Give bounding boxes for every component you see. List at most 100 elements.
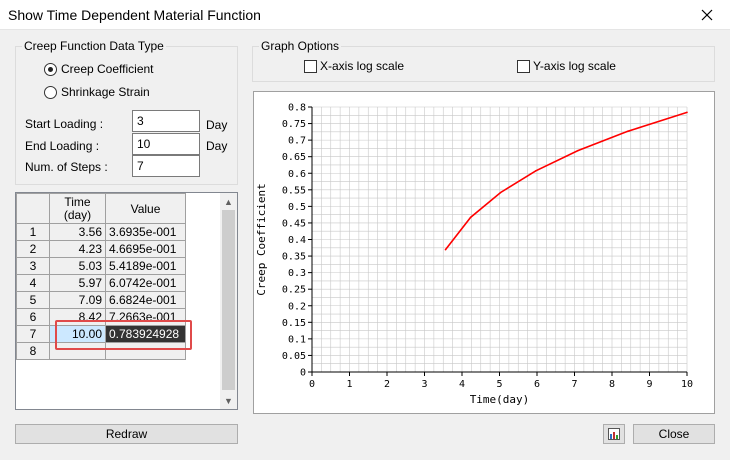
close-icon (701, 9, 713, 21)
chart-export-button[interactable] (603, 424, 625, 444)
x-tick-label: 8 (609, 379, 615, 390)
end-loading-input[interactable] (132, 133, 200, 155)
x-tick-label: 6 (534, 379, 540, 390)
radio-selected-icon (44, 62, 57, 76)
table-row: 2 4.23 4.6695e-001 (16, 240, 186, 258)
redraw-button[interactable]: Redraw (15, 424, 238, 444)
data-grid: Time (day) Value 1 3.56 3.6935e-001 2 4.… (15, 192, 238, 410)
close-button[interactable]: Close (633, 424, 715, 444)
checkbox-unchecked-icon (304, 59, 317, 73)
graph-panel: 0 1 2 3 4 5 6 7 8 9 10 0 0.05 0.1 0.15 0.2 0.25 0.3 0.35 0.… (253, 91, 715, 414)
y-tick-label: 0.2 (288, 301, 306, 312)
y-tick-label: 0.75 (282, 119, 306, 130)
table-row: 4 5.97 6.0742e-001 (16, 274, 186, 292)
x-tick-label: 4 (459, 379, 465, 390)
data-point (469, 216, 472, 219)
x-tick-label: 7 (571, 379, 577, 390)
radio-unselected-icon (44, 85, 57, 99)
y-tick-label: 0.6 (288, 169, 306, 180)
y-tick-label: 0.8 (288, 103, 306, 114)
y-tick-label: 0 (300, 368, 306, 379)
x-tick-label: 3 (421, 379, 427, 390)
row-header[interactable]: 6 (16, 308, 50, 326)
row-header[interactable]: 1 (16, 223, 50, 241)
value-column-header[interactable]: Value (105, 193, 186, 224)
x-tick-label: 0 (309, 379, 315, 390)
y-axis-label: Creep Coefficient (255, 183, 268, 296)
table-row: 3 5.03 5.4189e-001 (16, 257, 186, 275)
series-line (444, 111, 688, 251)
start-loading-unit: Day (206, 118, 228, 132)
checkbox-unchecked-icon (517, 59, 530, 73)
y-tick-label: 0.7 (288, 136, 306, 147)
y-axis-log-checkbox[interactable]: Y-axis log scale (517, 59, 616, 73)
row-header[interactable]: 2 (16, 240, 50, 258)
creep-chart: 0 1 2 3 4 5 6 7 8 9 10 0 0.05 0.1 0.15 0.2 0.25 0.3 0.35 0.… (255, 103, 693, 407)
y-tick-label: 0.1 (288, 334, 306, 345)
table-row: 5 7.09 6.6824e-001 (16, 291, 186, 309)
time-cell[interactable]: 3.56 (49, 223, 106, 241)
row-header[interactable]: 7 (16, 325, 50, 343)
time-cell[interactable]: 7.09 (49, 291, 106, 309)
radio-label: Creep Coefficient (61, 62, 154, 76)
row-header[interactable]: 3 (16, 257, 50, 275)
num-steps-label: Num. of Steps : (25, 160, 108, 174)
scroll-thumb[interactable] (222, 210, 235, 390)
group-title: Creep Function Data Type (22, 39, 166, 53)
value-cell[interactable]: 6.0742e-001 (105, 274, 186, 292)
y-tick-label: 0.25 (282, 285, 306, 296)
group-title: Graph Options (259, 39, 342, 53)
table-row: 1 3.56 3.6935e-001 (16, 223, 186, 241)
grid-vertical-scrollbar[interactable]: ▲ ▼ (220, 193, 237, 409)
x-tick-label: 5 (496, 379, 502, 390)
data-point (499, 191, 502, 194)
x-tick-label: 10 (681, 379, 693, 390)
creep-coefficient-radio[interactable]: Creep Coefficient (44, 62, 154, 76)
time-cell[interactable]: 5.97 (49, 274, 106, 292)
x-tick-label: 1 (346, 379, 352, 390)
close-label: Close (658, 427, 690, 441)
data-point (626, 130, 629, 133)
value-cell[interactable]: 3.6935e-001 (105, 223, 186, 241)
data-point (686, 111, 688, 114)
row-header[interactable]: 5 (16, 291, 50, 309)
data-point (444, 248, 447, 251)
value-cell[interactable]: 5.4189e-001 (105, 257, 186, 275)
x-tick-label: 2 (384, 379, 390, 390)
y-tick-label: 0.5 (288, 202, 306, 213)
y-tick-label: 0.4 (288, 235, 306, 246)
grid-corner[interactable] (16, 193, 50, 224)
data-point (577, 149, 579, 152)
shrinkage-strain-radio[interactable]: Shrinkage Strain (44, 85, 150, 99)
row-header[interactable]: 8 (16, 342, 50, 360)
highlight-box (55, 320, 192, 350)
chart-icon (608, 428, 620, 440)
y-tick-label: 0.65 (282, 152, 306, 163)
scroll-down-arrow-icon[interactable]: ▼ (220, 392, 237, 409)
window-close-button[interactable] (684, 0, 730, 30)
end-loading-label: End Loading : (25, 139, 100, 153)
header-row: Time (day) Value (16, 193, 186, 224)
value-cell[interactable]: 6.6824e-001 (105, 291, 186, 309)
start-loading-label: Start Loading : (25, 117, 104, 131)
value-cell[interactable]: 4.6695e-001 (105, 240, 186, 258)
scroll-up-arrow-icon[interactable]: ▲ (220, 193, 237, 210)
x-tick-label: 9 (646, 379, 652, 390)
y-tick-label: 0.3 (288, 268, 306, 279)
redraw-label: Redraw (105, 427, 148, 441)
checkbox-label: Y-axis log scale (533, 59, 616, 73)
time-cell[interactable]: 5.03 (49, 257, 106, 275)
checkbox-label: X-axis log scale (320, 59, 405, 73)
end-loading-unit: Day (206, 139, 228, 153)
num-steps-input[interactable] (132, 155, 200, 177)
y-tick-label: 0.45 (282, 218, 306, 229)
time-column-header[interactable]: Time (day) (49, 193, 106, 224)
time-cell[interactable]: 4.23 (49, 240, 106, 258)
y-tick-label: 0.35 (282, 252, 306, 263)
window-title: Show Time Dependent Material Function (8, 7, 261, 23)
y-tick-label: 0.15 (282, 318, 306, 329)
x-axis-log-checkbox[interactable]: X-axis log scale (304, 59, 404, 73)
title-bar: Show Time Dependent Material Function (0, 0, 730, 30)
row-header[interactable]: 4 (16, 274, 50, 292)
start-loading-input[interactable] (132, 110, 200, 132)
